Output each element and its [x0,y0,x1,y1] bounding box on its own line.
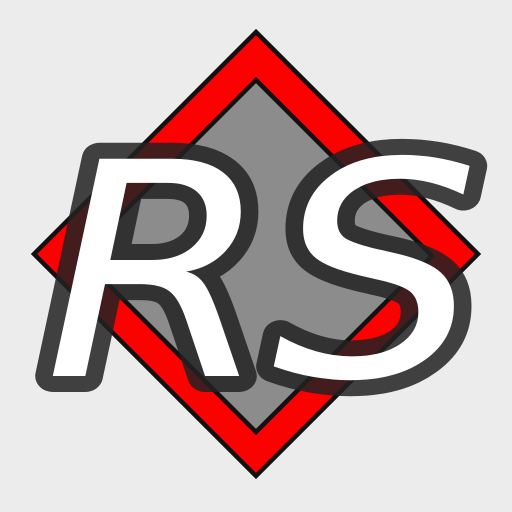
rs-logo-icon: RS RS [0,0,512,512]
logo-canvas: RS RS [0,0,512,512]
logo-letters: RS [44,100,480,447]
